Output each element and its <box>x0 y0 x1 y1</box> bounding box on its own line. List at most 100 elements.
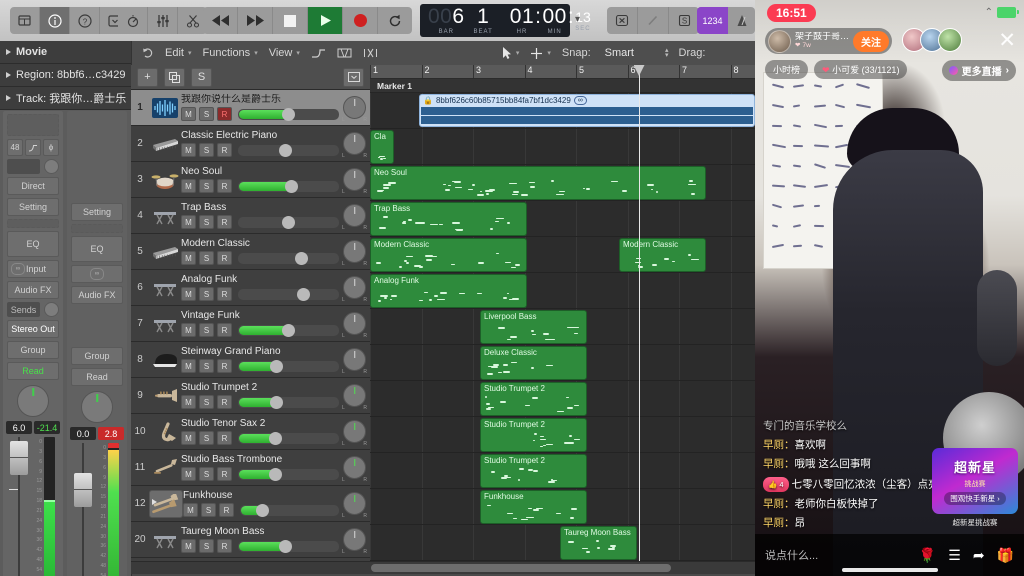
peak-value-b[interactable]: 2.8 <box>98 427 124 440</box>
horizontal-scrollbar[interactable] <box>131 561 755 574</box>
track-mute-button[interactable]: M <box>181 143 196 157</box>
marker-chip[interactable]: Marker 1 <box>372 79 417 92</box>
region-lane[interactable]: Studio Trumpet 2 <box>370 381 755 417</box>
midi-region[interactable]: Studio Trumpet 2 <box>480 418 587 452</box>
lcd-dropdown-arrow[interactable]: ▾ <box>575 14 580 25</box>
automation-mode-button-b[interactable]: Read <box>71 368 123 386</box>
audio-fx-button-b[interactable]: Audio FX <box>71 286 123 304</box>
track-pan-knob[interactable]: LR <box>343 96 366 119</box>
metronome-icon[interactable] <box>728 7 755 34</box>
region-lane[interactable]: Liverpool Bass <box>370 309 755 345</box>
inspector-row-region[interactable]: Region: 8bbf6…c3429 <box>0 64 131 87</box>
track-solo-button[interactable]: S <box>199 323 214 337</box>
region-lane[interactable]: Cla <box>370 129 755 165</box>
menu-edit[interactable]: Edit ▾ <box>165 47 191 59</box>
midi-region[interactable]: Taureg Moon Bass <box>560 526 637 560</box>
region-lanes[interactable]: 🔒 8bbf626c60b85715bb84fa7bf1dc3429 ∞ Cla Neo… <box>370 93 755 561</box>
ruler-bar[interactable]: 2 <box>422 65 474 78</box>
track-record-button[interactable]: R <box>217 359 232 373</box>
menu-view[interactable]: View ▾ <box>269 47 300 59</box>
automation-mode-button[interactable]: Read <box>7 362 59 380</box>
track-pan-knob[interactable]: LR <box>343 528 366 551</box>
midi-region[interactable]: Deluxe Classic <box>480 346 587 380</box>
inspector-row-movie[interactable]: Movie <box>0 41 131 64</box>
track-pan-knob[interactable]: LR <box>343 420 366 443</box>
track-pan-knob[interactable]: LR <box>343 456 366 479</box>
volume-fader-b[interactable] <box>71 443 97 576</box>
host-card[interactable]: 架子鼓于哥… ❤ 7w 关注 <box>765 28 892 54</box>
track-mute-button[interactable]: M <box>181 431 196 445</box>
knob-icon[interactable] <box>118 7 148 34</box>
track-solo-button[interactable]: S <box>199 107 214 121</box>
region-lane[interactable]: 🔒 8bbf626c60b85715bb84fa7bf1dc3429 ∞ <box>370 93 755 129</box>
snap-stepper[interactable]: ▴ ▾ <box>665 48 669 58</box>
track-mute-button[interactable]: M <box>181 539 196 553</box>
trumpet-icon[interactable] <box>149 383 181 409</box>
menu-functions[interactable]: Functions ▾ <box>202 47 257 59</box>
fade-icon[interactable] <box>363 47 378 59</box>
track-pan-knob[interactable]: LR <box>343 168 366 191</box>
audio-region[interactable]: 🔒 8bbf626c60b85715bb84fa7bf1dc3429 ∞ <box>419 94 755 127</box>
track-row[interactable]: 5 Modern Classic M S R L R <box>131 234 370 270</box>
close-icon[interactable]: ✕ <box>998 30 1016 51</box>
track-record-button[interactable]: R <box>217 395 232 409</box>
track-volume-slider[interactable] <box>238 541 339 552</box>
sends-button[interactable]: Sends <box>7 302 40 317</box>
chat-input[interactable]: 说点什么... <box>765 547 907 563</box>
track-solo-button[interactable]: S <box>199 143 214 157</box>
question-icon[interactable]: ? <box>70 7 100 34</box>
volume-value[interactable]: 6.0 <box>6 421 32 434</box>
track-solo-button[interactable]: S <box>199 467 214 481</box>
drums-icon[interactable] <box>149 167 181 193</box>
track-volume-slider[interactable] <box>238 253 339 264</box>
piano-icon[interactable] <box>149 347 181 373</box>
stereo-output-icon[interactable]: ∞ <box>71 265 123 283</box>
track-row[interactable]: 1 我跟你说什么是爵士乐 M S R L R <box>131 90 370 126</box>
bar-ruler[interactable]: 12345678 <box>370 65 755 79</box>
track-mute-button[interactable]: M <box>181 359 196 373</box>
cycle-icon[interactable] <box>378 7 412 34</box>
track-solo-button[interactable]: S <box>201 503 216 517</box>
track-record-button[interactable]: R <box>217 287 232 301</box>
s-key-icon[interactable]: S <box>669 7 699 34</box>
track-solo-button[interactable]: S <box>199 179 214 193</box>
menu-icon[interactable]: ☰ <box>948 547 961 564</box>
channel-a-plugin-slot[interactable] <box>7 219 59 228</box>
keyboard-icon[interactable] <box>149 131 181 157</box>
track-mute-button[interactable]: M <box>181 107 196 121</box>
track-mute-button[interactable]: M <box>181 179 196 193</box>
track-row[interactable]: 10 Studio Tenor Sax 2MSRLR <box>131 414 370 450</box>
track-pan-knob[interactable]: LR <box>343 348 366 371</box>
promo-banner[interactable]: 超新星 挑战赛 围观快手新星 › <box>932 448 1018 514</box>
waveform-icon[interactable] <box>149 95 181 121</box>
track-row[interactable]: 3 Neo Soul M S R L R <box>131 162 370 198</box>
track-row[interactable]: 4 Trap Bass M S R L R <box>131 198 370 234</box>
midi-region[interactable]: Trap Bass <box>370 202 527 236</box>
tuning-fork-icon[interactable] <box>638 7 669 34</box>
marker-lane[interactable]: Marker 1 <box>370 79 755 93</box>
track-pan-knob[interactable]: LR <box>343 492 366 515</box>
trombone-icon[interactable] <box>149 455 181 481</box>
hour-rank-pill[interactable]: 小时榜 <box>765 60 808 79</box>
duplicate-icon[interactable] <box>164 68 185 87</box>
synth-icon[interactable] <box>149 527 181 553</box>
track-row[interactable]: 7 Vintage Funk M S R L R <box>131 306 370 342</box>
track-record-button[interactable]: R <box>217 143 232 157</box>
track-record-button[interactable]: R <box>217 179 232 193</box>
track-row[interactable]: 6 Analog Funk M S R L R <box>131 270 370 306</box>
direct-button[interactable]: Direct <box>7 177 59 195</box>
midi-region[interactable]: Analog Funk <box>370 274 527 308</box>
flex-icon[interactable] <box>337 47 352 59</box>
follow-button[interactable]: 关注 <box>853 31 889 52</box>
track-pan-knob[interactable]: LR <box>343 384 366 407</box>
track-volume-slider[interactable] <box>238 325 339 336</box>
track-solo-button[interactable]: S <box>199 251 214 265</box>
track-mute-button[interactable]: M <box>181 287 196 301</box>
volume-value-b[interactable]: 0.0 <box>70 427 96 440</box>
record-icon[interactable] <box>343 7 378 34</box>
track-mute-button[interactable]: M <box>183 503 198 517</box>
region-lane[interactable]: Taureg Moon Bass <box>370 525 755 561</box>
sample-rate-button[interactable]: 48 <box>7 139 23 156</box>
x-circle-icon[interactable] <box>607 7 638 34</box>
viewer-avatars[interactable] <box>908 28 962 52</box>
